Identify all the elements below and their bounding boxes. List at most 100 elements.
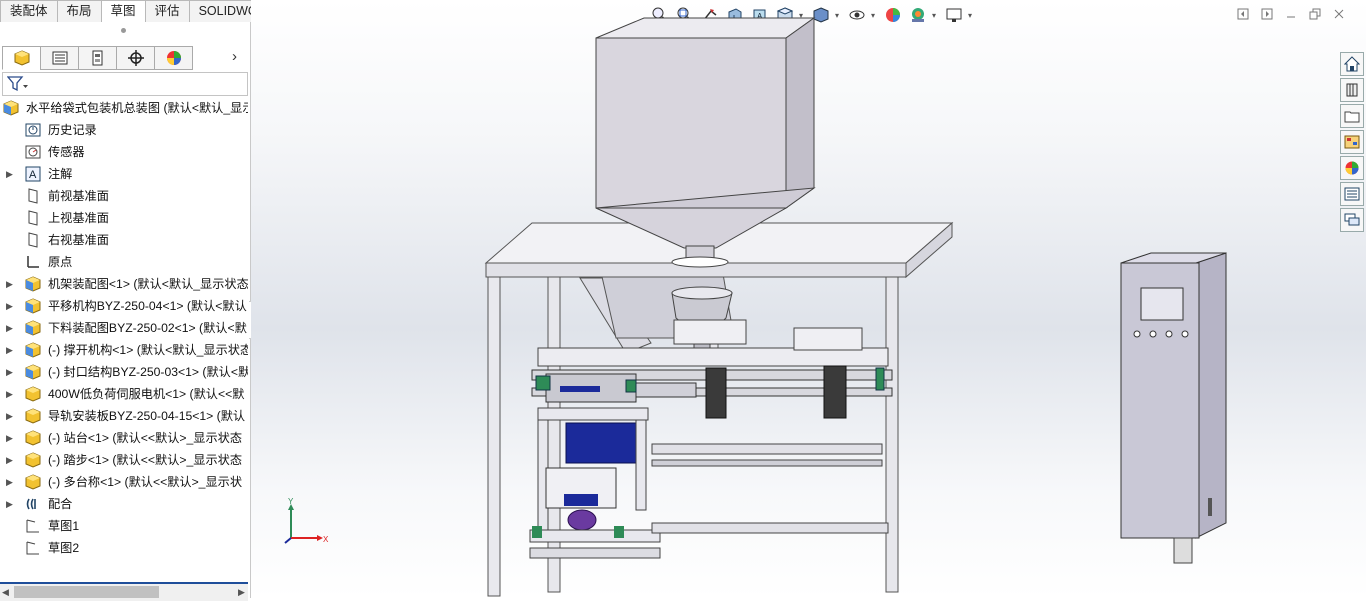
cabinet-leg (1173, 537, 1193, 564)
forum-button[interactable] (1340, 208, 1364, 232)
custom-properties-button[interactable] (1340, 182, 1364, 206)
hmi-screen (1140, 287, 1184, 321)
tree-item[interactable]: ▶ 配合 (0, 493, 248, 515)
tree-item-label: 上视基准面 (48, 211, 109, 225)
tree-item[interactable]: 历史记录 (0, 119, 248, 141)
packaging-machine-model[interactable] (476, 8, 1256, 598)
tree-item-label: 前视基准面 (48, 189, 109, 203)
tree-item[interactable]: ▶ (-) 站台<1> (默认<<默认>_显示状态 (0, 427, 248, 449)
configurationmanager-tab[interactable] (78, 46, 116, 70)
expand-arrow-icon[interactable]: ▶ (6, 295, 13, 317)
tree-item[interactable]: ▶ 导轨安装板BYZ-250-04-15<1> (默认 (0, 405, 248, 427)
expand-arrow-icon[interactable]: ▶ (6, 317, 13, 339)
sealing-bar (635, 382, 697, 398)
subassembly-icon (25, 364, 41, 380)
tree-item[interactable]: 前视基准面 (0, 185, 248, 207)
tree-item[interactable]: 传感器 (0, 141, 248, 163)
ribbon-tab[interactable]: 布局 (56, 0, 101, 23)
expand-arrow-icon[interactable]: ▶ (6, 427, 13, 449)
expand-arrow-icon[interactable]: ▶ (6, 449, 13, 471)
conveyor-rail (651, 443, 883, 455)
expand-arrow-icon[interactable]: ▶ (6, 493, 13, 515)
gripper (705, 367, 727, 419)
expand-arrow-icon[interactable]: ▶ (6, 361, 13, 383)
tree-item-label: 平移机构BYZ-250-04<1> (默认<默认 (48, 299, 247, 313)
display-manager-tab[interactable] (154, 46, 193, 70)
tree-item[interactable]: ▶ (-) 撑开机构<1> (默认<默认_显示状态 (0, 339, 248, 361)
expand-arrow-icon[interactable]: ▶ (6, 163, 13, 185)
tree-item[interactable]: ▶ (-) 踏步<1> (默认<<默认>_显示状态 (0, 449, 248, 471)
close-icon (1334, 9, 1344, 19)
custom-properties-icon (1344, 187, 1360, 201)
graphics-viewport[interactable]: A ▾ ▾ ▾ ▾ ▾ Y X (251, 0, 1366, 598)
tree-item[interactable]: ▶ (-) 多台称<1> (默认<<默认>_显示状 (0, 471, 248, 493)
forum-icon (1344, 213, 1360, 226)
blue-cover (565, 422, 637, 464)
tree-item[interactable]: 右视基准面 (0, 229, 248, 251)
plane-icon (25, 210, 41, 226)
design-library-icon (1346, 83, 1358, 97)
hopper-outlet (671, 256, 729, 268)
tree-item[interactable]: ▶ 下料装配图BYZ-250-02<1> (默认<默 (0, 317, 248, 339)
y-axis-label: Y (288, 498, 294, 506)
tree-item[interactable]: ▶ 平移机构BYZ-250-04<1> (默认<默认 (0, 295, 248, 317)
close-button[interactable] (1332, 7, 1346, 21)
part-icon (25, 408, 41, 424)
design-library-button[interactable] (1340, 78, 1364, 102)
ribbon-tab[interactable]: 草图 (100, 0, 145, 23)
subassembly-icon (25, 342, 41, 358)
tree-root-item[interactable]: 水平给袋式包装机总装图 (默认<默认_显示 (0, 97, 248, 119)
restore-button[interactable] (1308, 7, 1322, 21)
filter-bar[interactable] (2, 72, 248, 96)
subassembly-icon (25, 276, 41, 292)
sensor-icon (25, 144, 41, 160)
weigher-blue (564, 494, 598, 506)
horizontal-scrollbar[interactable]: ◀ ▶ (0, 582, 248, 601)
home-button[interactable] (1340, 52, 1364, 76)
appearances-button[interactable] (1340, 156, 1364, 180)
expand-arrow-icon[interactable]: ▶ (6, 405, 13, 427)
control-button (1165, 330, 1173, 338)
actuator-green (532, 526, 542, 538)
filter-icon[interactable] (7, 76, 29, 92)
tree-item[interactable]: ▶ 400W低负荷伺服电机<1> (默认<<默 (0, 383, 248, 405)
appearances-icon (1345, 161, 1359, 175)
tree-item[interactable]: 上视基准面 (0, 207, 248, 229)
propertymanager-tab[interactable] (40, 46, 78, 70)
tree-item[interactable]: ▶ (-) 封口结构BYZ-250-03<1> (默认<默 (0, 361, 248, 383)
control-button (1149, 330, 1157, 338)
tree-item-label: 传感器 (48, 145, 85, 159)
hopper-side (785, 17, 815, 209)
origin-icon (25, 254, 41, 270)
scrollbar-thumb[interactable] (14, 586, 159, 598)
expand-arrow-icon[interactable]: ▶ (6, 383, 13, 405)
panel-more-arrow[interactable]: › (232, 48, 237, 65)
feature-tree: 水平给袋式包装机总装图 (默认<默认_显示 历史记录 传感器 ▶ A 注解 前视基准面 上视基… (0, 97, 250, 559)
minimize-button[interactable] (1284, 7, 1298, 21)
frame-leg (547, 265, 561, 593)
tree-item-label: 机架装配图<1> (默认<默认_显示状态 (48, 277, 248, 291)
featuremanager-tab[interactable] (2, 46, 40, 70)
panel-grip[interactable] (121, 28, 126, 33)
display-manager-icon (166, 51, 181, 65)
tree-item[interactable]: 草图1 (0, 515, 248, 537)
panel-tab-strip (2, 46, 193, 70)
tree-item[interactable]: 草图2 (0, 537, 248, 559)
expand-arrow-icon[interactable]: ▶ (6, 471, 13, 493)
file-explorer-button[interactable] (1340, 104, 1364, 128)
ribbon-tab[interactable]: 评估 (144, 0, 189, 23)
scroll-left-icon[interactable]: ◀ (2, 587, 9, 598)
scroll-right-icon[interactable]: ▶ (238, 587, 245, 598)
assembly-icon (3, 100, 19, 116)
expand-arrow-icon[interactable]: ▶ (6, 339, 13, 361)
expand-arrow-icon[interactable]: ▶ (6, 273, 13, 295)
tree-item[interactable]: 原点 (0, 251, 248, 273)
collapse-right-button[interactable] (1260, 7, 1274, 21)
view-palette-button[interactable] (1340, 130, 1364, 154)
annotation-icon: A (25, 166, 41, 182)
ribbon-tab[interactable]: 装配体 (0, 0, 57, 23)
lower-frame (537, 407, 649, 421)
tree-item[interactable]: ▶ A 注解 (0, 163, 248, 185)
dimxpert-tab[interactable] (116, 46, 154, 70)
tree-item[interactable]: ▶ 机架装配图<1> (默认<默认_显示状态 (0, 273, 248, 295)
